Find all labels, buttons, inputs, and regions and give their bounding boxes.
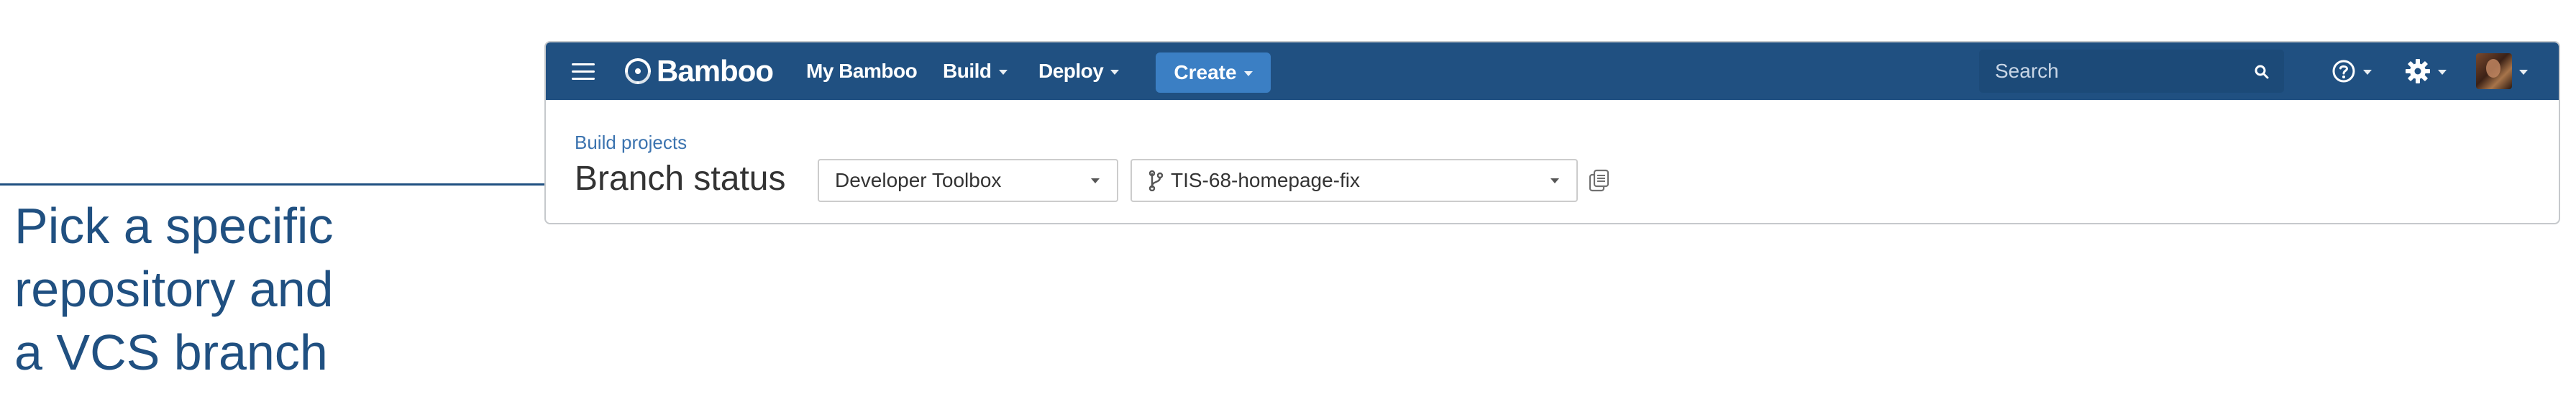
- page-title: Branch status: [575, 160, 786, 198]
- branch-select-value: TIS-68-homepage-fix: [1171, 169, 1361, 191]
- nav-deploy-label: Deploy: [1038, 60, 1104, 82]
- chevron-down-icon: [1110, 70, 1120, 75]
- nav-my-bamboo[interactable]: My Bamboo: [806, 42, 918, 100]
- callout-connector-line: [0, 183, 547, 186]
- chevron-down-icon: [1243, 71, 1253, 76]
- search-box: [1979, 50, 2284, 93]
- create-button[interactable]: Create: [1156, 52, 1271, 93]
- create-button-label: Create: [1174, 61, 1237, 83]
- branch-icon: [1148, 170, 1164, 191]
- nav-deploy-menu[interactable]: Deploy: [1038, 42, 1120, 100]
- repository-select[interactable]: Developer Toolbox: [818, 159, 1118, 202]
- chevron-down-icon: [1091, 178, 1100, 183]
- help-icon: [2332, 60, 2355, 83]
- chevron-down-icon: [2438, 70, 2447, 75]
- top-navigation-bar: Bamboo My Bamboo Build Deploy Create: [546, 42, 2559, 100]
- stage: Pick a specific repository and a VCS bra…: [0, 0, 2576, 407]
- app-window: Bamboo My Bamboo Build Deploy Create Sea…: [544, 41, 2560, 224]
- chevron-down-icon: [1550, 178, 1559, 183]
- help-menu[interactable]: [2331, 57, 2372, 86]
- menu-icon[interactable]: [572, 61, 595, 81]
- gear-icon: [2406, 59, 2430, 83]
- breadcrumb-build-projects[interactable]: Build projects: [575, 132, 687, 154]
- bamboo-logo-icon: [625, 58, 651, 84]
- chevron-down-icon: [998, 70, 1008, 75]
- logo-text: Bamboo: [657, 54, 774, 88]
- callout-text: Pick a specific repository and a VCS bra…: [14, 198, 334, 380]
- chevron-down-icon: [2363, 70, 2372, 75]
- nav-build-label: Build: [943, 60, 992, 82]
- bamboo-logo[interactable]: Bamboo: [624, 42, 774, 100]
- search-icon[interactable]: [2254, 64, 2270, 80]
- settings-menu[interactable]: [2405, 57, 2447, 86]
- nav-my-bamboo-label: My Bamboo: [806, 60, 918, 82]
- user-avatar: [2476, 53, 2512, 89]
- search-input[interactable]: [1979, 50, 2238, 93]
- repository-select-value: Developer Toolbox: [835, 169, 1002, 191]
- nav-build-menu[interactable]: Build: [943, 42, 1008, 100]
- chevron-down-icon: [2519, 70, 2528, 75]
- user-menu[interactable]: [2476, 52, 2528, 90]
- branch-select[interactable]: TIS-68-homepage-fix: [1131, 159, 1578, 202]
- copy-icon[interactable]: [1589, 169, 1610, 192]
